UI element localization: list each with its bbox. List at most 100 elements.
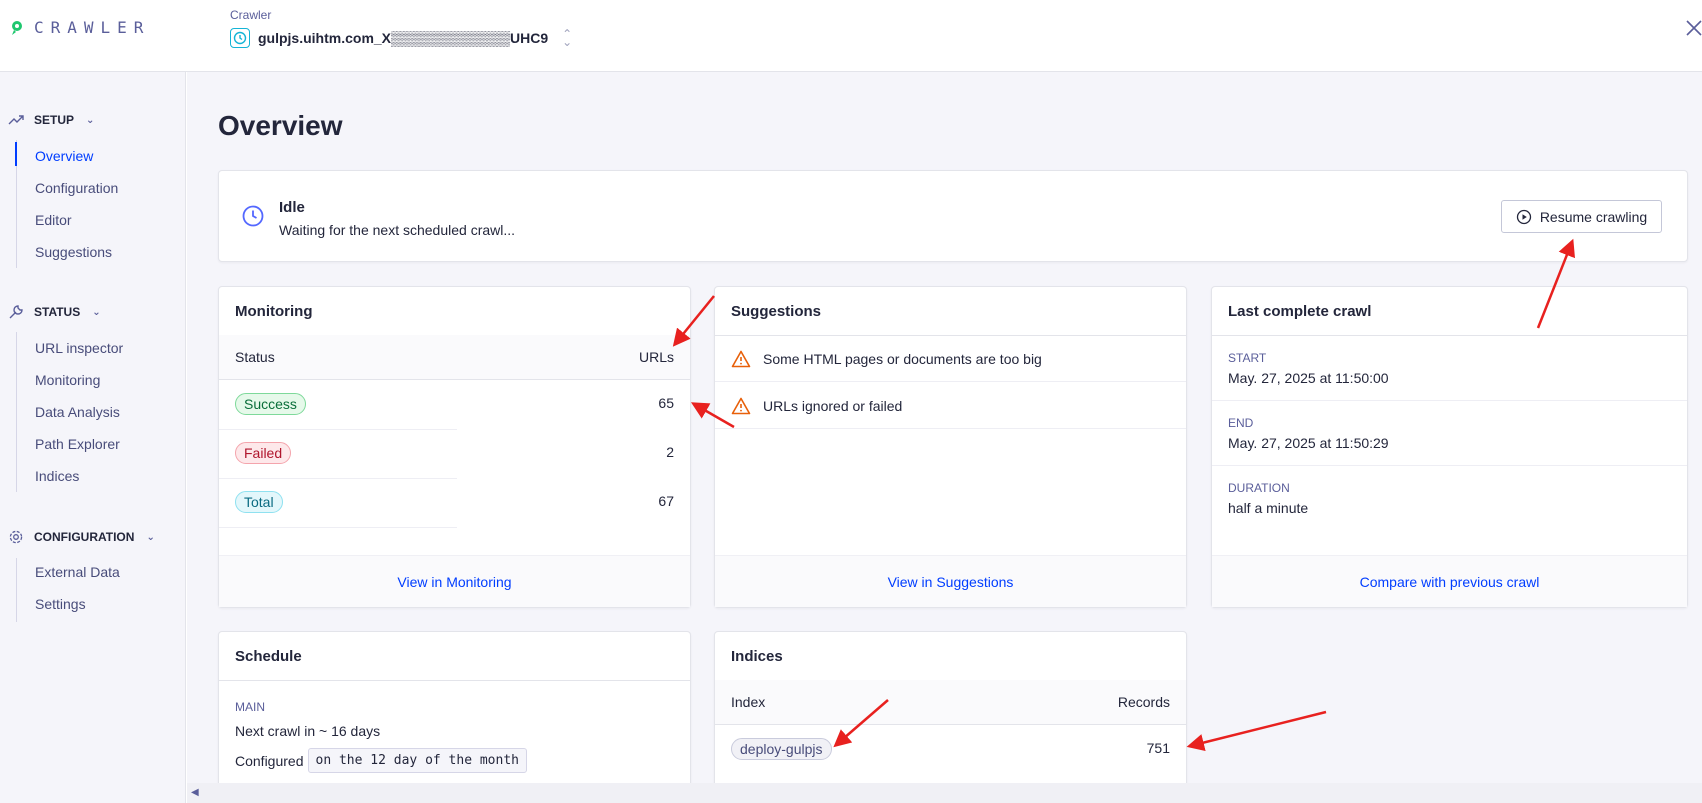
schedule-card: Schedule MAIN Next crawl in ~ 16 days Co… bbox=[218, 631, 691, 791]
resume-label: Resume crawling bbox=[1539, 208, 1648, 225]
records-count: 751 bbox=[1146, 740, 1170, 756]
clock-icon bbox=[242, 205, 264, 227]
table-header: Status URLs bbox=[219, 335, 690, 380]
duration-value: half a minute bbox=[1228, 500, 1309, 516]
sidebar-item-configuration[interactable]: Configuration bbox=[35, 180, 118, 196]
selector-chevron-icon: ⌃ ⌄ bbox=[562, 27, 573, 49]
section-title: STATUS bbox=[34, 305, 81, 319]
sidebar-item-monitoring[interactable]: Monitoring bbox=[35, 372, 100, 388]
start-label: START bbox=[1228, 351, 1267, 365]
table-row[interactable]: Total 67 bbox=[219, 479, 690, 527]
card-title: Last complete crawl bbox=[1228, 303, 1372, 320]
col-status: Status bbox=[235, 349, 275, 365]
gear-icon bbox=[9, 530, 23, 544]
sidebar-section-setup[interactable]: SETUP ⌄ bbox=[8, 112, 94, 128]
configured-row: Configured on the 12 day of the month bbox=[235, 748, 527, 773]
warning-icon bbox=[731, 397, 751, 414]
end-label: END bbox=[1228, 416, 1254, 430]
duration-label: DURATION bbox=[1228, 481, 1290, 495]
row-divider bbox=[1212, 465, 1687, 466]
card-footer: Compare with previous crawl bbox=[1212, 555, 1687, 607]
schedule-label: MAIN bbox=[235, 700, 265, 714]
col-records: Records bbox=[1117, 694, 1170, 710]
card-title: Monitoring bbox=[235, 303, 313, 320]
row-count: 67 bbox=[658, 493, 674, 509]
table-row[interactable]: Success 65 bbox=[219, 381, 690, 429]
horizontal-scrollbar[interactable]: ◀ bbox=[187, 783, 1702, 803]
crawler-logo-icon bbox=[12, 20, 22, 35]
row-divider bbox=[1212, 400, 1687, 401]
sidebar-item-data-analysis[interactable]: Data Analysis bbox=[35, 404, 120, 420]
scroll-left-icon[interactable]: ◀ bbox=[191, 787, 199, 798]
play-circle-icon bbox=[1516, 209, 1531, 224]
last-crawl-card: Last complete crawl START May. 27, 2025 … bbox=[1211, 286, 1688, 608]
suggestion-text: URLs ignored or failed bbox=[763, 397, 903, 414]
status-title: Idle bbox=[279, 199, 305, 216]
status-badge: Failed bbox=[235, 442, 292, 464]
card-divider bbox=[1212, 335, 1687, 336]
logo[interactable]: CRAWLER bbox=[10, 18, 150, 37]
row-divider bbox=[219, 527, 457, 528]
suggestion-item[interactable]: Some HTML pages or documents are too big bbox=[715, 336, 1186, 382]
crawler-status-card: Idle Waiting for the next scheduled craw… bbox=[218, 170, 1688, 262]
trending-up-icon bbox=[8, 115, 24, 125]
sidebar-section-status[interactable]: STATUS ⌄ bbox=[8, 304, 101, 320]
view-in-monitoring-link[interactable]: View in Monitoring bbox=[397, 574, 511, 590]
row-count: 65 bbox=[658, 395, 674, 411]
top-bar: CRAWLER Crawler gulpjs.uihtm.com_X▒▒▒▒▒▒… bbox=[0, 0, 1702, 72]
sidebar-item-suggestions[interactable]: Suggestions bbox=[35, 244, 112, 260]
chevron-down-icon: ⌄ bbox=[86, 114, 95, 126]
sidebar-item-editor[interactable]: Editor bbox=[35, 212, 72, 228]
table-header: Index Records bbox=[715, 680, 1186, 725]
table-row[interactable]: Failed 2 bbox=[219, 430, 690, 478]
card-divider bbox=[219, 680, 690, 681]
row-count: 2 bbox=[666, 444, 674, 460]
indices-card: Indices Index Records deploy-gulpjs 751 bbox=[714, 631, 1187, 791]
sidebar-section-configuration[interactable]: CONFIGURATION ⌄ bbox=[8, 529, 155, 545]
index-badge[interactable]: deploy-gulpjs bbox=[731, 738, 832, 760]
compare-previous-crawl-link[interactable]: Compare with previous crawl bbox=[1360, 574, 1540, 590]
resume-crawling-button[interactable]: Resume crawling bbox=[1501, 200, 1662, 233]
table-row[interactable]: deploy-gulpjs 751 bbox=[715, 726, 1186, 774]
monitoring-card: Monitoring Status URLs Success 65 Failed… bbox=[218, 286, 691, 608]
section-title: SETUP bbox=[34, 113, 75, 127]
card-title: Indices bbox=[731, 648, 783, 665]
sidebar-item-overview[interactable]: Overview bbox=[35, 148, 93, 164]
close-icon[interactable] bbox=[1682, 16, 1702, 40]
sidebar-item-path-explorer[interactable]: Path Explorer bbox=[35, 436, 120, 452]
view-in-suggestions-link[interactable]: View in Suggestions bbox=[888, 574, 1014, 590]
status-badge: Success bbox=[235, 393, 306, 415]
clock-icon bbox=[230, 28, 250, 48]
suggestion-item[interactable]: URLs ignored or failed bbox=[715, 383, 1186, 429]
end-value: May. 27, 2025 at 11:50:29 bbox=[1228, 435, 1389, 451]
wrench-icon bbox=[9, 305, 23, 319]
sidebar-item-settings[interactable]: Settings bbox=[35, 596, 86, 612]
crawler-name: gulpjs.uihtm.com_X▒▒▒▒▒▒▒▒▒▒▒▒UHC9 bbox=[258, 30, 549, 46]
col-index: Index bbox=[731, 694, 766, 710]
sidebar: SETUP ⌄ Overview Configuration Editor Su… bbox=[0, 72, 186, 803]
suggestion-text: Some HTML pages or documents are too big bbox=[763, 350, 1042, 367]
section-title: CONFIGURATION bbox=[34, 530, 135, 544]
card-footer: View in Monitoring bbox=[219, 555, 690, 607]
next-crawl: Next crawl in ~ 16 days bbox=[235, 723, 381, 739]
chevron-down-icon: ⌄ bbox=[92, 306, 101, 318]
schedule-expression: on the 12 day of the month bbox=[307, 748, 527, 773]
card-title: Schedule bbox=[235, 648, 302, 665]
crawler-selector[interactable]: Crawler gulpjs.uihtm.com_X▒▒▒▒▒▒▒▒▒▒▒▒UH… bbox=[230, 8, 572, 48]
status-subtitle: Waiting for the next scheduled crawl... bbox=[279, 222, 516, 238]
chevron-down-icon: ⌄ bbox=[146, 531, 155, 543]
col-urls: URLs bbox=[638, 349, 674, 365]
configured-label: Configured bbox=[235, 752, 304, 769]
sidebar-item-external-data[interactable]: External Data bbox=[35, 564, 120, 580]
card-title: Suggestions bbox=[731, 303, 822, 320]
logo-text: CRAWLER bbox=[34, 18, 151, 37]
section-divider bbox=[16, 558, 17, 622]
sidebar-item-url-inspector[interactable]: URL inspector bbox=[35, 340, 123, 356]
crawler-label: Crawler bbox=[230, 8, 272, 22]
suggestions-card: Suggestions Some HTML pages or documents… bbox=[714, 286, 1187, 608]
sidebar-item-indices[interactable]: Indices bbox=[35, 468, 79, 484]
active-indicator bbox=[15, 142, 17, 166]
status-badge: Total bbox=[235, 491, 283, 513]
card-footer: View in Suggestions bbox=[715, 555, 1186, 607]
warning-icon bbox=[731, 350, 751, 367]
